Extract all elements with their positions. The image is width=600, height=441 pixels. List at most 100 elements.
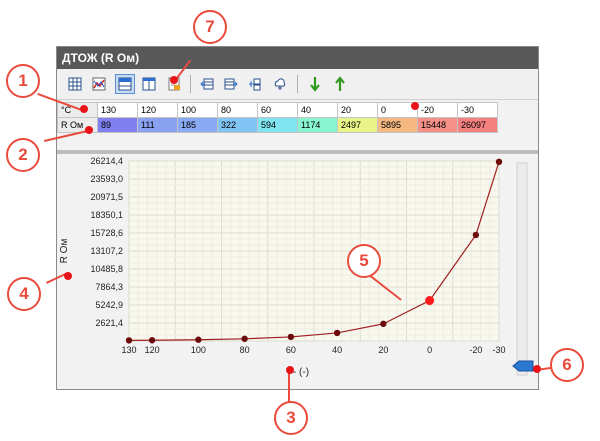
grid-icon <box>68 77 82 91</box>
resistance-cell[interactable]: 594 <box>257 117 298 133</box>
data-point <box>472 231 480 239</box>
x-tick-label: 60 <box>286 345 296 355</box>
data-point <box>495 158 503 166</box>
temperature-cell[interactable]: 120 <box>137 102 178 118</box>
temperature-cell[interactable]: 20 <box>337 102 378 118</box>
resistance-cell[interactable]: 185 <box>177 117 218 133</box>
x-axis-label: - (-) <box>293 367 309 378</box>
y-tick-label: 10485,8 <box>90 264 123 274</box>
callout-marker <box>411 102 419 110</box>
callout-2: 2 <box>6 138 40 172</box>
data-point <box>380 320 387 328</box>
data-point <box>333 329 341 337</box>
temperature-cell[interactable]: 40 <box>297 102 338 118</box>
y-tick-label: 13107,2 <box>90 246 123 256</box>
arrow-down-button[interactable] <box>305 74 325 94</box>
resistance-cell[interactable]: 26097 <box>457 117 498 133</box>
data-point <box>241 335 248 342</box>
table-left-button[interactable] <box>197 74 217 94</box>
x-tick-label: 20 <box>378 345 388 355</box>
x-tick-label: -30 <box>492 345 505 355</box>
grid-button[interactable] <box>65 74 85 94</box>
vertical-scrollbar[interactable] <box>516 162 528 376</box>
temperature-cell[interactable]: -20 <box>417 102 458 118</box>
chart-icon <box>92 77 106 91</box>
x-tick-label: 40 <box>332 345 342 355</box>
x-tick-label: 120 <box>145 345 160 355</box>
arrow-up-button[interactable] <box>330 74 350 94</box>
y-tick-label: 20971,5 <box>90 192 123 202</box>
y-tick-label: 15728,6 <box>90 228 123 238</box>
data-point <box>287 333 295 341</box>
callout-marker <box>170 76 178 84</box>
table-right-icon <box>224 78 238 90</box>
x-tick-label: 130 <box>121 345 136 355</box>
toolbar-separator <box>297 75 298 93</box>
splitter[interactable] <box>57 150 538 154</box>
resistance-cell[interactable]: 111 <box>137 117 178 133</box>
callout-marker <box>85 126 93 134</box>
highlighted-point <box>425 296 435 306</box>
y-axis-label: R Ом <box>59 239 70 264</box>
callout-7: 7 <box>193 10 227 44</box>
resistance-cell[interactable]: 1174 <box>297 117 338 133</box>
callout-marker <box>64 272 72 280</box>
arrow-up-icon <box>335 76 345 91</box>
temperature-cell[interactable]: -30 <box>457 102 498 118</box>
resistance-cell[interactable]: 15448 <box>417 117 458 133</box>
horizontal-split-icon <box>118 77 132 91</box>
callout-leader <box>288 372 290 404</box>
x-tick-label: 0 <box>427 345 432 355</box>
y-tick-label: 23593,0 <box>90 174 123 184</box>
table-row: R Ом 89 111 185 322 594 1174 2497 5895 15448 26097 <box>57 117 498 133</box>
data-point <box>125 337 133 344</box>
resistance-cell[interactable]: 2497 <box>337 117 378 133</box>
callout-4: 4 <box>7 277 41 311</box>
toolbar <box>57 69 538 100</box>
data-point <box>148 337 156 344</box>
callout-3: 3 <box>274 401 308 435</box>
x-tick-label: -20 <box>469 345 482 355</box>
data-point <box>195 336 202 343</box>
resistance-cell[interactable]: 89 <box>97 117 138 133</box>
data-table: °C 130 120 100 80 60 40 20 0 -20 -30 R Ом 89 111 185 32… <box>57 102 498 133</box>
temperature-cell[interactable]: 60 <box>257 102 298 118</box>
y-tick-label: 2621,4 <box>95 318 123 328</box>
resistance-cell[interactable]: 5895 <box>377 117 418 133</box>
chart-button[interactable] <box>89 74 109 94</box>
toolbar-separator <box>190 75 191 93</box>
callout-5: 5 <box>347 244 381 278</box>
row-header: °C <box>57 102 98 118</box>
callout-marker <box>80 105 88 113</box>
callout-1: 1 <box>6 64 40 98</box>
cloud-icon <box>274 78 286 90</box>
arrow-down-icon <box>310 77 320 92</box>
y-tick-label: 26214,4 <box>90 156 123 166</box>
table-row: °C 130 120 100 80 60 40 20 0 -20 -30 <box>57 102 498 118</box>
network-button[interactable] <box>245 74 265 94</box>
table-right-button[interactable] <box>221 74 241 94</box>
panel-title: ДТОЖ (R Ом) <box>57 47 538 69</box>
y-tick-label: 18350,1 <box>90 210 123 220</box>
callout-marker <box>286 366 294 374</box>
horizontal-split-button[interactable] <box>115 74 135 94</box>
x-tick-label: 80 <box>240 345 250 355</box>
callout-6: 6 <box>550 348 584 382</box>
cloud-button[interactable] <box>270 74 290 94</box>
callout-marker <box>533 365 541 373</box>
temperature-cell[interactable]: 80 <box>217 102 258 118</box>
scroll-slider-handle[interactable] <box>512 360 534 372</box>
y-tick-label: 7864,3 <box>95 282 123 292</box>
vertical-split-icon <box>142 77 156 91</box>
x-tick-label: 100 <box>191 345 206 355</box>
temperature-cell[interactable]: 130 <box>97 102 138 118</box>
table-left-icon <box>200 78 214 90</box>
line-chart: 2621,4 5242,9 7864,3 10485,8 13107,2 15728,6 1… <box>59 156 534 378</box>
sensor-panel: ДТОЖ (R Ом) °C 130 120 100 80 60 40 20 0… <box>56 46 539 390</box>
vertical-split-button[interactable] <box>139 74 159 94</box>
resistance-cell[interactable]: 322 <box>217 117 258 133</box>
y-tick-label: 5242,9 <box>95 300 123 310</box>
network-icon <box>249 78 261 91</box>
chart-area: 2621,4 5242,9 7864,3 10485,8 13107,2 15728,6 1… <box>57 155 538 389</box>
temperature-cell[interactable]: 100 <box>177 102 218 118</box>
